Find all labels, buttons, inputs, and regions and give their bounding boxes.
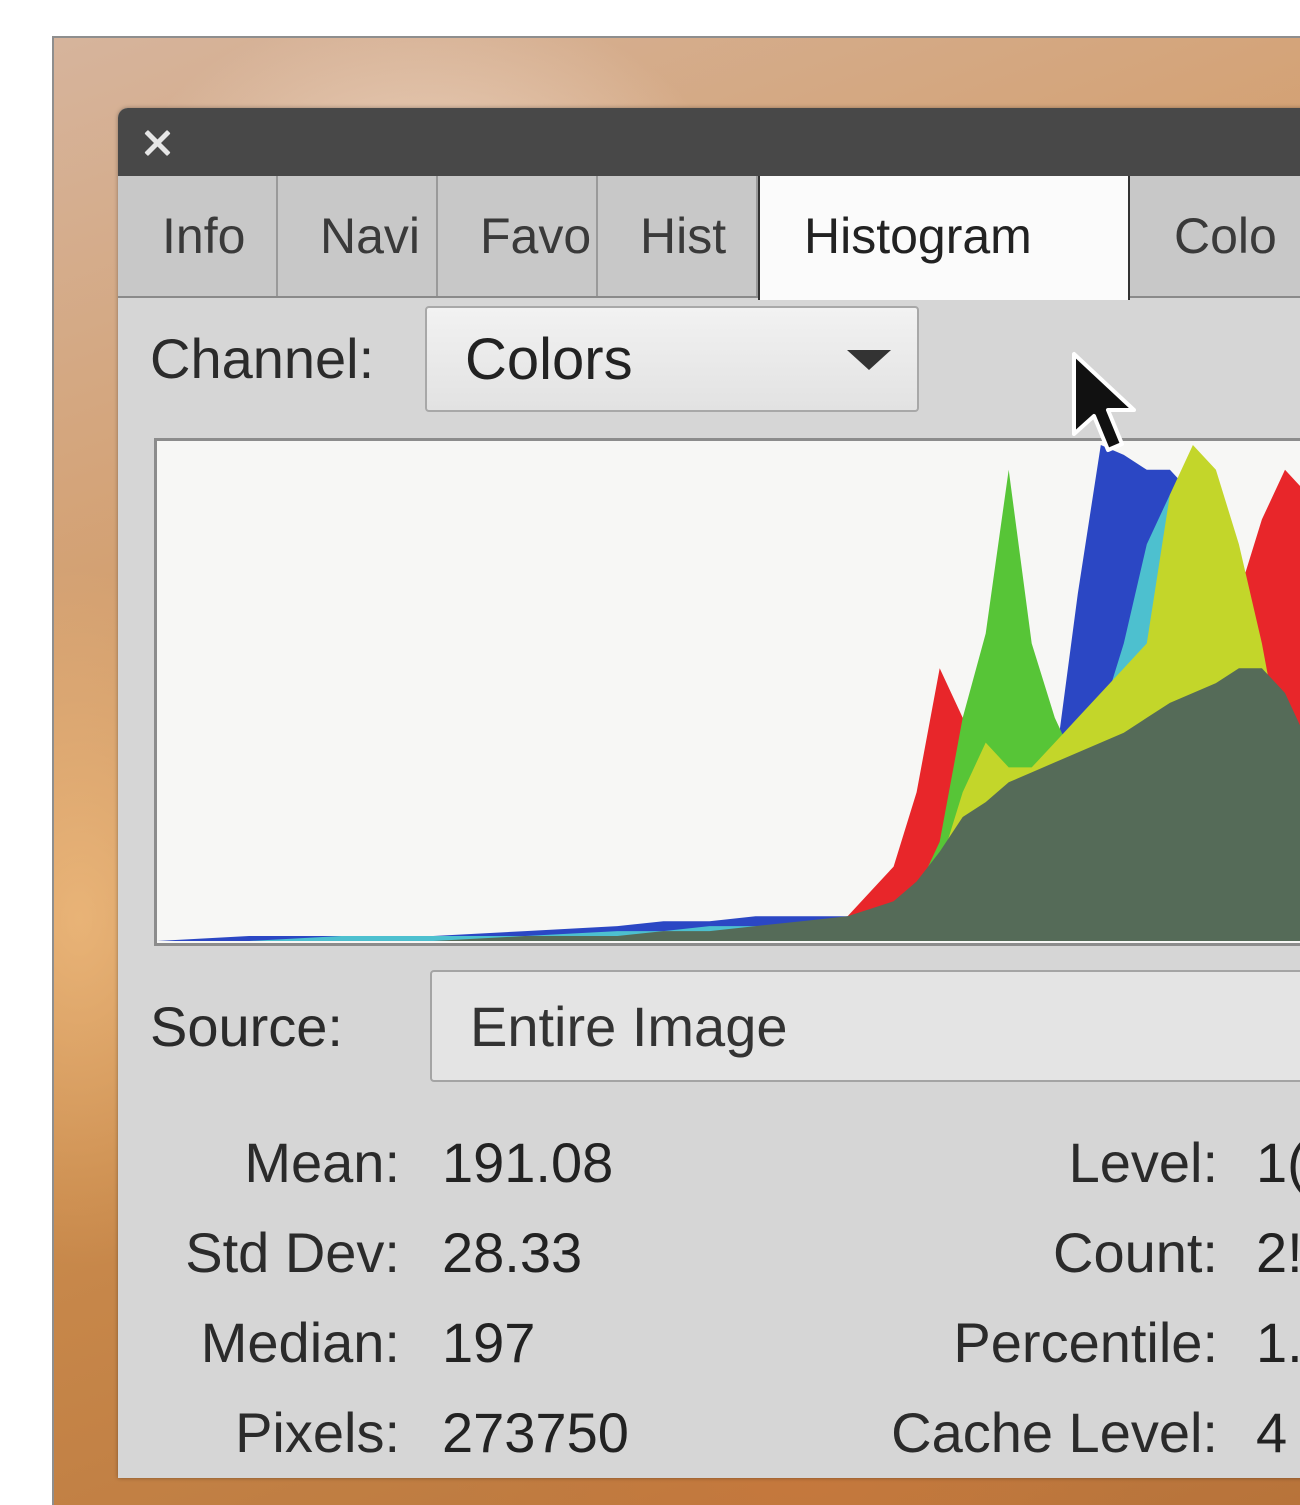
mean-label: Mean: — [244, 1131, 400, 1194]
median-label: Median: — [200, 1311, 400, 1374]
tab-navigator[interactable]: Navi — [278, 176, 438, 296]
source-dropdown[interactable]: Entire Image — [430, 970, 1300, 1082]
source-value: Entire Image — [470, 995, 788, 1058]
percentile-value: 1. — [1256, 1311, 1300, 1374]
tab-bar: Info Navi Favo Hist Histogram Colo — [118, 176, 1300, 300]
tab-color[interactable]: Colo — [1130, 176, 1300, 296]
channel-value: Colors — [465, 327, 633, 392]
histogram-panel: Info Navi Favo Hist Histogram Colo Chann… — [118, 108, 1300, 1478]
stddev-label: Std Dev: — [185, 1221, 400, 1284]
tab-info[interactable]: Info — [118, 176, 278, 296]
level-label: Level: — [1068, 1131, 1218, 1194]
chevron-down-icon — [847, 350, 891, 370]
percentile-label: Percentile: — [953, 1311, 1218, 1374]
channel-label: Channel: — [150, 327, 375, 390]
count-value: 2! — [1256, 1221, 1300, 1284]
pixels-label: Pixels: — [235, 1401, 400, 1464]
level-value: 1( — [1256, 1131, 1300, 1194]
histogram-chart — [154, 438, 1300, 946]
tab-history[interactable]: Hist — [598, 176, 758, 296]
mouse-pointer-icon — [1072, 352, 1136, 452]
cache-level-label: Cache Level: — [891, 1401, 1218, 1464]
cache-level-value: 4 — [1256, 1401, 1288, 1464]
mean-value: 191.08 — [442, 1131, 614, 1194]
median-value: 197 — [442, 1311, 536, 1374]
pixels-value: 273750 — [442, 1401, 629, 1464]
panel-titlebar[interactable] — [118, 108, 1300, 176]
histogram-plot — [157, 445, 1300, 941]
count-label: Count: — [1053, 1221, 1218, 1284]
tab-histogram[interactable]: Histogram — [758, 176, 1130, 300]
stddev-value: 28.33 — [442, 1221, 583, 1284]
close-icon[interactable] — [140, 126, 174, 160]
tab-favorites[interactable]: Favo — [438, 176, 598, 296]
channel-dropdown[interactable]: Colors — [425, 306, 919, 412]
source-label: Source: — [150, 995, 343, 1058]
